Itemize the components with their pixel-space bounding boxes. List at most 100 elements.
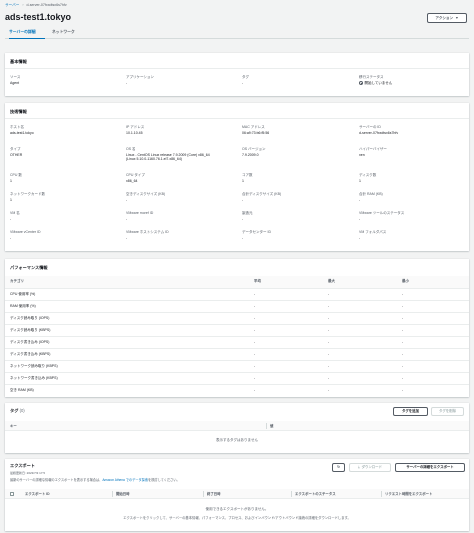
performance-panel: パフォーマンス情報 カテゴリ 平均 最大 最小 CPU 使用率 (%) - - - RA… xyxy=(5,259,469,397)
cell-max: - xyxy=(328,388,330,392)
cell-max: - xyxy=(328,376,330,380)
export-note-text: 最新のサーバーの詳細な情報のエクスポートを表示する場合は、 xyxy=(10,477,103,482)
field-tags: タグ - xyxy=(242,75,352,85)
cell-average: - xyxy=(254,292,256,296)
tech-field: IP アドレス 10.1.10.45 xyxy=(126,125,236,135)
field-label: OS 名 xyxy=(126,147,136,151)
field-value: x86_64 xyxy=(126,178,138,183)
column-header-start[interactable]: 開始日時 xyxy=(116,492,130,496)
cell-max: - xyxy=(328,352,330,356)
column-separator xyxy=(112,491,113,497)
performance-heading: パフォーマンス情報 xyxy=(10,265,48,270)
cell-category: RAM 使用率 (%) xyxy=(10,304,36,308)
field-value: ads-test1.tokyo xyxy=(10,130,34,135)
field-label: 製造元 xyxy=(242,211,253,215)
cell-min: - xyxy=(402,340,404,344)
cell-category: CPU 使用率 (%) xyxy=(10,292,36,296)
field-label: ソース xyxy=(10,75,21,79)
field-value: - xyxy=(359,235,361,240)
table-row: ネットワーク読み取り (KBPS) - - - xyxy=(5,360,469,372)
tech-field: CPU タイプ x86_64 xyxy=(126,173,236,183)
field-label: サーバーの ID xyxy=(359,125,381,129)
tab-bar: サーバーの詳細 ネットワーク xyxy=(5,27,469,39)
tech-field: ネットワークカード数 1 xyxy=(10,192,120,202)
basic-info-panel: 基本情報 ソース Agent アプリケーション - タグ - 移行ステータス 開… xyxy=(5,53,469,96)
field-value-line2: (Linux 5.10.0-1160.76.1.el7.x86_64) xyxy=(126,157,182,162)
technical-info-heading: 技術情報 xyxy=(10,109,27,114)
column-separator xyxy=(381,491,382,497)
column-separator xyxy=(203,491,204,497)
table-row: RAM 使用率 (%) - - - xyxy=(5,300,469,312)
tab-network[interactable]: ネットワーク xyxy=(52,30,75,35)
cell-max: - xyxy=(328,328,330,332)
field-label: VMware moref ID xyxy=(126,211,154,215)
field-value: OTHER xyxy=(10,152,23,157)
tech-field: VMware ツールのステータス - xyxy=(359,211,469,221)
field-label: ホスト名 xyxy=(10,125,24,129)
export-table-header: エクスポート ID 開始日時 終了日時 エクスポートのステータス リクエスト時間… xyxy=(5,489,469,499)
table-row: ネットワーク書き込み (KBPS) - - - xyxy=(5,372,469,384)
tech-field: MAC アドレス 06:a9:73:b6:f5:56 xyxy=(242,125,352,135)
field-value: - xyxy=(242,235,244,240)
field-source: ソース Agent xyxy=(10,75,120,85)
table-row: CPU 使用率 (%) - - - xyxy=(5,288,469,300)
field-label: MAC アドレス xyxy=(242,125,265,129)
field-label: 空きディスクサイズ (KB) xyxy=(126,192,166,196)
divider xyxy=(5,118,469,119)
download-icon: ⤓ xyxy=(358,465,360,470)
tab-server-details[interactable]: サーバーの詳細 xyxy=(9,30,36,35)
tech-field: OS 名 Linux - CentOS Linux release 7.9.200… xyxy=(126,147,236,162)
actions-button[interactable]: アクション ▼ xyxy=(427,13,467,23)
cell-min: - xyxy=(402,316,404,320)
column-header-request-time[interactable]: リクエスト時間をエクスポート xyxy=(385,492,432,496)
tech-field: ハイパーバイザー xen xyxy=(359,147,469,157)
cell-average: - xyxy=(254,364,256,368)
column-header-export-id[interactable]: エクスポート ID xyxy=(25,492,50,496)
breadcrumb-separator-icon: › xyxy=(22,3,24,7)
performance-table-header: カテゴリ 平均 最大 最小 xyxy=(5,276,469,288)
field-value: - xyxy=(126,197,128,202)
column-header-end[interactable]: 終了日時 xyxy=(207,492,221,496)
select-all-checkbox[interactable] xyxy=(10,492,14,496)
tags-empty-message: 表示するタグはありません xyxy=(216,438,258,442)
tags-title: タグ xyxy=(10,408,19,413)
cell-average: - xyxy=(254,352,256,356)
cell-category: ディスク読み取り (IOPS) xyxy=(10,316,50,320)
field-value: 1 xyxy=(10,178,12,183)
divider xyxy=(5,68,469,69)
athena-link[interactable]: Amazon Athena でのデータ探索 xyxy=(102,478,148,482)
cell-average: - xyxy=(254,340,256,344)
field-label: VM 名 xyxy=(10,211,20,215)
active-tab-indicator xyxy=(9,37,45,39)
tech-field: 合計 RAM (KB) - xyxy=(359,192,469,202)
cell-average: - xyxy=(254,388,256,392)
export-note: 最新のサーバーの詳細な情報のエクスポートを表示する場合は、Amazon Athe… xyxy=(10,478,180,482)
export-server-details-button[interactable]: サーバーの詳細をエクスポート xyxy=(395,463,465,472)
cell-min: - xyxy=(402,328,404,332)
cell-category: 空き RAM (KB) xyxy=(10,388,34,392)
field-value: - xyxy=(359,197,361,202)
field-label: CPU タイプ xyxy=(126,173,145,177)
cell-max: - xyxy=(328,316,330,320)
field-label: データセンター ID xyxy=(242,230,271,234)
field-value: - xyxy=(126,216,128,221)
technical-info-panel: 技術情報 ホスト名 ads-test1.tokyo IP アドレス 10.1.10.4… xyxy=(5,103,469,251)
delete-tag-button[interactable]: タグを削除 xyxy=(431,407,464,416)
tech-field: 合計ディスクサイズ (KB) - xyxy=(242,192,352,202)
tags-table-header: キー 値 xyxy=(5,421,469,431)
field-value: - xyxy=(10,216,12,221)
breadcrumb-current: d-server-07fxxdtsx6s7hfv xyxy=(26,3,67,7)
cell-min: - xyxy=(402,292,404,296)
refresh-button[interactable]: ↻ xyxy=(332,463,345,472)
field-value: - xyxy=(126,80,128,85)
table-row: ディスク読み取り (KBPS) - - - xyxy=(5,324,469,336)
download-button[interactable]: ⤓ ダウンロード xyxy=(349,463,391,472)
column-header-max: 最大 xyxy=(328,279,335,283)
column-header-export-status[interactable]: エクスポートのステータス xyxy=(295,492,336,496)
status-text: 開始していません xyxy=(364,80,393,85)
refresh-icon: ↻ xyxy=(337,465,340,470)
field-value: - xyxy=(242,216,244,221)
field-label: アプリケーション xyxy=(126,75,154,79)
breadcrumb-servers-link[interactable]: サーバー xyxy=(5,3,19,7)
add-tag-button[interactable]: タグを追加 xyxy=(393,407,428,416)
